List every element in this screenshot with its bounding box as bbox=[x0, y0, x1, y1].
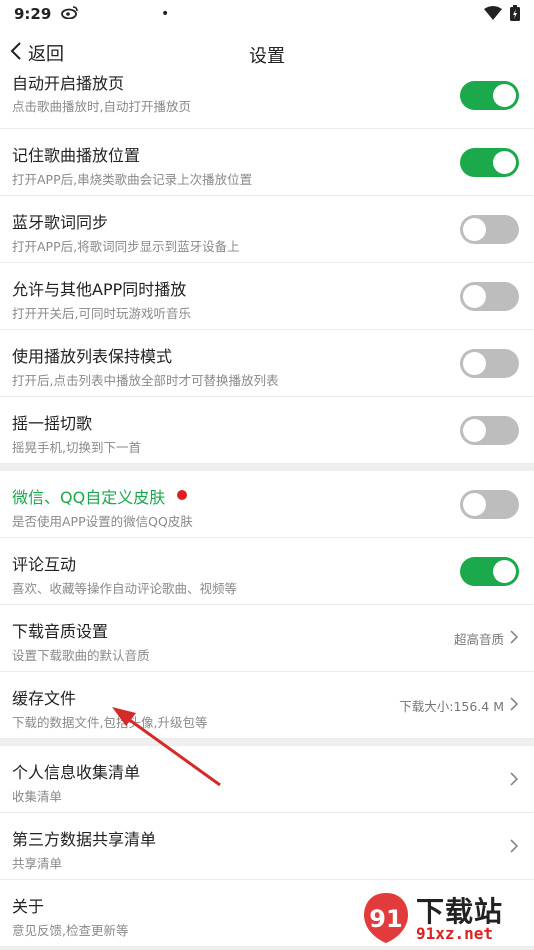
setting-row-remember-position[interactable]: 记住歌曲播放位置 打开APP后,串烧类歌曲会记录上次播放位置 bbox=[0, 129, 534, 196]
setting-row-custom-skin[interactable]: 微信、QQ自定义皮肤 是否使用APP设置的微信QQ皮肤 bbox=[0, 471, 534, 538]
setting-title: 自动开启播放页 bbox=[12, 74, 125, 93]
setting-title: 关于 bbox=[12, 897, 45, 916]
toggle-knob bbox=[463, 218, 486, 241]
toggle-knob bbox=[463, 493, 486, 516]
toggle-knob bbox=[463, 352, 486, 375]
wifi-icon bbox=[484, 6, 502, 24]
watermark-logo: 91 下载站 91xz.net bbox=[360, 890, 530, 950]
setting-subtitle: 打开APP后,串烧类歌曲会记录上次播放位置 bbox=[12, 172, 253, 187]
setting-row-playlist-keep[interactable]: 使用播放列表保持模式 打开后,点击列表中播放全部时才可替换播放列表 bbox=[0, 330, 534, 397]
setting-title: 允许与其他APP同时播放 bbox=[12, 280, 187, 299]
svg-text:91: 91 bbox=[369, 905, 402, 933]
chevron-right-icon bbox=[510, 838, 519, 857]
setting-title: 第三方数据共享清单 bbox=[12, 830, 157, 849]
setting-subtitle: 打开后,点击列表中播放全部时才可替换播放列表 bbox=[12, 373, 279, 388]
setting-subtitle: 点击歌曲播放时,自动打开播放页 bbox=[12, 99, 191, 114]
setting-value: 下载大小:156.4 M bbox=[399, 696, 519, 715]
cache-size-value: 下载大小:156.4 M bbox=[399, 699, 504, 714]
setting-value: 超高音质 bbox=[453, 629, 519, 648]
setting-title: 缓存文件 bbox=[12, 689, 77, 708]
chevron-right-icon bbox=[510, 697, 519, 714]
toggle-knob bbox=[463, 285, 486, 308]
toggle-knob bbox=[493, 84, 516, 107]
setting-title: 摇一摇切歌 bbox=[12, 414, 93, 433]
settings-list: 自动开启播放页 点击歌曲播放时,自动打开播放页 记住歌曲播放位置 打开APP后,… bbox=[0, 74, 534, 947]
download-quality-value: 超高音质 bbox=[453, 632, 504, 647]
setting-subtitle: 是否使用APP设置的微信QQ皮肤 bbox=[12, 514, 193, 529]
setting-subtitle: 共享清单 bbox=[12, 856, 63, 871]
setting-subtitle: 打开APP后,将歌词同步显示到蓝牙设备上 bbox=[12, 239, 240, 254]
setting-title: 使用播放列表保持模式 bbox=[12, 347, 173, 366]
toggle-custom-skin[interactable] bbox=[460, 490, 519, 519]
weibo-icon bbox=[61, 5, 79, 23]
setting-subtitle: 喜欢、收藏等操作自动评论歌曲、视频等 bbox=[12, 581, 238, 596]
section-divider bbox=[0, 739, 534, 746]
watermark-title: 下载站 bbox=[416, 895, 504, 928]
toggle-remember-position[interactable] bbox=[460, 148, 519, 177]
setting-row-auto-open-player[interactable]: 自动开启播放页 点击歌曲播放时,自动打开播放页 bbox=[0, 74, 534, 129]
setting-row-third-party-sharing[interactable]: 第三方数据共享清单 共享清单 bbox=[0, 813, 534, 880]
new-badge-dot bbox=[177, 490, 188, 500]
setting-row-bluetooth-lyrics[interactable]: 蓝牙歌词同步 打开APP后,将歌词同步显示到蓝牙设备上 bbox=[0, 196, 534, 263]
setting-title: 蓝牙歌词同步 bbox=[12, 213, 109, 232]
toggle-comment-interaction[interactable] bbox=[460, 557, 519, 586]
setting-subtitle: 设置下载歌曲的默认音质 bbox=[12, 648, 150, 663]
setting-subtitle: 打开开关后,可同时玩游戏听音乐 bbox=[12, 306, 191, 321]
setting-title: 评论互动 bbox=[12, 555, 77, 574]
toggle-playlist-keep[interactable] bbox=[460, 349, 519, 378]
setting-title: 下载音质设置 bbox=[12, 622, 109, 641]
toggle-bluetooth-lyrics[interactable] bbox=[460, 215, 519, 244]
section-divider bbox=[0, 464, 534, 471]
setting-row-comment-interaction[interactable]: 评论互动 喜欢、收藏等操作自动评论歌曲、视频等 bbox=[0, 538, 534, 605]
status-bar: 9:29 • bbox=[0, 0, 534, 28]
toggle-shake-skip[interactable] bbox=[460, 416, 519, 445]
setting-title: 记住歌曲播放位置 bbox=[12, 146, 141, 165]
setting-title: 个人信息收集清单 bbox=[12, 763, 141, 782]
setting-row-cache-files[interactable]: 缓存文件 下载的数据文件,包括头像,升级包等 下载大小:156.4 M bbox=[0, 672, 534, 739]
toggle-knob bbox=[493, 151, 516, 174]
logo-icon: 91 bbox=[360, 889, 412, 950]
setting-subtitle: 意见反馈,检查更新等 bbox=[12, 923, 129, 938]
chevron-right-icon bbox=[510, 771, 519, 790]
watermark-url: 91xz.net bbox=[416, 924, 494, 943]
setting-row-shake-skip[interactable]: 摇一摇切歌 摇晃手机,切换到下一首 bbox=[0, 397, 534, 464]
status-time: 9:29 bbox=[14, 5, 52, 23]
toggle-mix-playback[interactable] bbox=[460, 282, 519, 311]
toggle-auto-open-player[interactable] bbox=[460, 81, 519, 110]
page-title: 设置 bbox=[249, 46, 285, 67]
setting-subtitle: 收集清单 bbox=[12, 789, 63, 804]
setting-row-mix-playback[interactable]: 允许与其他APP同时播放 打开开关后,可同时玩游戏听音乐 bbox=[0, 263, 534, 330]
setting-subtitle: 摇晃手机,切换到下一首 bbox=[12, 440, 141, 455]
battery-icon bbox=[510, 5, 520, 25]
setting-row-personal-info-list[interactable]: 个人信息收集清单 收集清单 bbox=[0, 746, 534, 813]
chevron-right-icon bbox=[510, 630, 519, 647]
toggle-knob bbox=[493, 560, 516, 583]
setting-title: 微信、QQ自定义皮肤 bbox=[12, 484, 188, 508]
setting-row-download-quality[interactable]: 下载音质设置 设置下载歌曲的默认音质 超高音质 bbox=[0, 605, 534, 672]
notification-dot: • bbox=[161, 6, 170, 22]
toggle-knob bbox=[463, 419, 486, 442]
setting-title-text: 微信、QQ自定义皮肤 bbox=[12, 488, 166, 507]
setting-subtitle: 下载的数据文件,包括头像,升级包等 bbox=[12, 715, 208, 730]
